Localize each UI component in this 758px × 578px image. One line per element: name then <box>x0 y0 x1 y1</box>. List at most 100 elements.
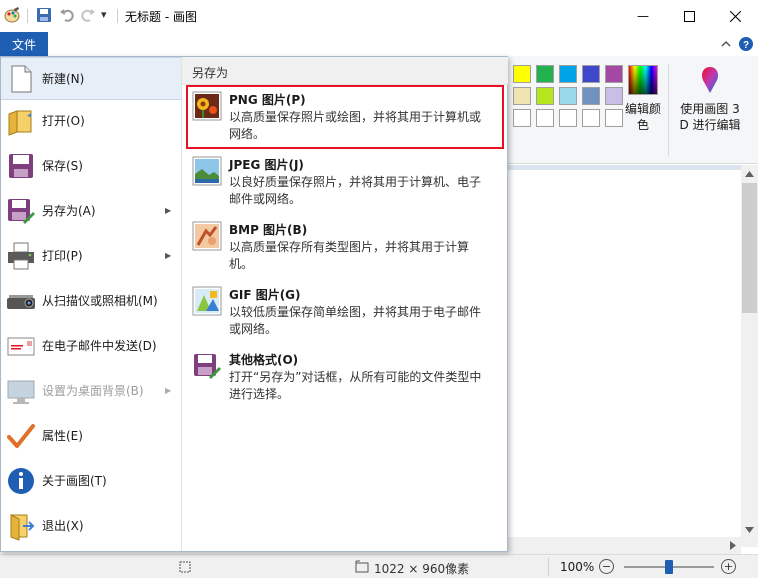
file-menu: 新建(N) 打开(O) 保存(S) 另存为(A) ▶ 打印(P) ▶ 从扫描仪或… <box>0 56 508 552</box>
window-title: 无标题 - 画图 <box>125 10 197 24</box>
edit-colors-button[interactable]: 编辑颜色 <box>624 101 662 133</box>
save-as-icon <box>8 198 35 224</box>
title-separator <box>117 9 118 23</box>
menu-item-exit[interactable]: 退出(X) <box>1 503 181 548</box>
svg-text:?: ? <box>743 40 749 51</box>
menu-item-open[interactable]: 打开(O) <box>1 98 181 143</box>
menu-item-save[interactable]: 保存(S) <box>1 143 181 188</box>
exit-icon <box>10 513 35 541</box>
scroll-up-icon[interactable] <box>745 171 754 177</box>
open-folder-icon <box>8 109 32 136</box>
menu-item-label: 从扫描仪或照相机(M) <box>42 294 158 308</box>
save-as-description: 以高质量保存照片或绘图，并将其用于计算机或网络。 <box>229 110 482 141</box>
save-as-bmp[interactable]: BMP 图片(B) 以高质量保存所有类型图片，并将其用于计算机。 <box>186 215 504 279</box>
drawing-canvas[interactable] <box>508 170 741 537</box>
edit-with-paint3d-button[interactable]: 使用画图 3 D 进行编辑 <box>675 101 745 133</box>
scroll-down-icon[interactable] <box>745 527 754 533</box>
color-swatch[interactable] <box>513 87 531 105</box>
menu-item-about-paint[interactable]: 关于画图(T) <box>1 458 181 503</box>
color-swatch[interactable] <box>536 87 554 105</box>
jpeg-image-icon <box>192 156 222 186</box>
save-as-other-formats[interactable]: 其他格式(O) 打开“另存为”对话框，从所有可能的文件类型中进行选择。 <box>186 345 504 409</box>
color-swatch[interactable] <box>605 109 623 127</box>
save-icon[interactable] <box>36 7 52 23</box>
save-as-submenu: 另存为 PNG 图片(P) 以高质量保存照片或绘图，并将其用于计算机或网络。 J… <box>181 57 508 551</box>
menu-item-label: 设置为桌面背景(B) <box>42 384 144 398</box>
color-swatch[interactable] <box>559 109 577 127</box>
color-swatch[interactable] <box>513 109 531 127</box>
quick-access-dropdown-icon[interactable]: ▾ <box>101 8 107 21</box>
help-icon[interactable]: ? <box>739 37 753 51</box>
color-swatch[interactable] <box>513 65 531 83</box>
color-swatch[interactable] <box>559 87 577 105</box>
png-image-icon <box>192 91 222 121</box>
email-icon <box>7 337 35 355</box>
undo-icon[interactable] <box>59 7 75 23</box>
minimize-icon: — <box>637 9 649 23</box>
scanner-icon <box>7 294 35 309</box>
other-formats-icon <box>194 354 221 379</box>
zoom-level: 100% <box>560 560 595 574</box>
save-as-title: JPEG 图片(J) <box>229 158 304 172</box>
maximize-button[interactable] <box>666 0 712 32</box>
menu-item-email[interactable]: 在电子邮件中发送(D) <box>1 323 181 368</box>
file-tab[interactable]: 文件 <box>0 32 48 56</box>
submenu-arrow-icon: ▶ <box>165 251 172 260</box>
color-swatch[interactable] <box>559 65 577 83</box>
vertical-scroll-thumb[interactable] <box>742 183 757 313</box>
bmp-image-icon <box>192 221 222 251</box>
color-swatch[interactable] <box>605 87 623 105</box>
zoom-in-button[interactable]: + <box>721 559 736 574</box>
scroll-right-icon[interactable] <box>730 541 736 550</box>
menu-item-properties[interactable]: 属性(E) <box>1 413 181 458</box>
save-as-description: 以较低质量保存简单绘图，并将其用于电子邮件或网络。 <box>229 305 482 336</box>
menu-item-label: 在电子邮件中发送(D) <box>42 339 157 353</box>
image-size-icon <box>355 560 369 573</box>
color-swatch[interactable] <box>536 109 554 127</box>
selection-size-icon <box>179 561 191 573</box>
menu-item-save-as[interactable]: 另存为(A) ▶ <box>1 188 181 233</box>
menu-item-new[interactable]: 新建(N) <box>1 57 181 100</box>
color-swatch[interactable] <box>605 65 623 83</box>
printer-icon <box>8 242 34 269</box>
submenu-arrow-icon: ▶ <box>165 386 172 395</box>
save-as-description: 以良好质量保存照片，并将其用于计算机、电子邮件或网络。 <box>229 175 482 206</box>
save-as-description: 以高质量保存所有类型图片，并将其用于计算机。 <box>229 240 470 271</box>
zoom-out-button[interactable]: − <box>599 559 614 574</box>
file-menu-commands: 新建(N) 打开(O) 保存(S) 另存为(A) ▶ 打印(P) ▶ 从扫描仪或… <box>1 57 181 551</box>
menu-item-set-desktop-background: 设置为桌面背景(B) ▶ <box>1 368 181 413</box>
maximize-icon <box>683 10 695 22</box>
redo-icon[interactable] <box>80 7 96 23</box>
save-as-header: 另存为 <box>182 57 508 85</box>
status-divider <box>548 558 549 576</box>
close-button[interactable] <box>712 0 758 32</box>
title-separator <box>27 9 28 23</box>
save-disk-icon <box>9 153 33 178</box>
zoom-in-icon: + <box>723 560 734 573</box>
color-swatch[interactable] <box>536 65 554 83</box>
save-as-gif[interactable]: GIF 图片(G) 以较低质量保存简单绘图，并将其用于电子邮件或网络。 <box>186 280 504 344</box>
color-swatch[interactable] <box>582 87 600 105</box>
menu-item-label: 另存为(A) <box>42 204 96 218</box>
close-icon <box>729 10 741 22</box>
collapse-ribbon-icon[interactable] <box>719 37 733 51</box>
menu-item-label: 新建(N) <box>42 72 85 86</box>
paint-app-icon[interactable] <box>4 7 20 23</box>
save-as-title: BMP 图片(B) <box>229 223 308 237</box>
menu-item-print[interactable]: 打印(P) ▶ <box>1 233 181 278</box>
menu-item-label: 保存(S) <box>42 159 83 173</box>
edit-colors-icon <box>628 65 658 95</box>
vertical-scrollbar[interactable] <box>741 165 758 547</box>
save-as-png[interactable]: PNG 图片(P) 以高质量保存照片或绘图，并将其用于计算机或网络。 <box>186 85 504 149</box>
paint3d-icon <box>702 67 718 93</box>
color-swatch[interactable] <box>582 109 600 127</box>
zoom-slider-thumb[interactable] <box>665 560 673 574</box>
info-icon <box>8 467 34 494</box>
image-dimensions: 1022 × 960像素 <box>374 562 470 576</box>
color-swatch[interactable] <box>582 65 600 83</box>
save-as-title: GIF 图片(G) <box>229 288 301 302</box>
save-as-jpeg[interactable]: JPEG 图片(J) 以良好质量保存照片，并将其用于计算机、电子邮件或网络。 <box>186 150 504 214</box>
menu-item-scanner[interactable]: 从扫描仪或照相机(M) <box>1 278 181 323</box>
menu-item-label: 属性(E) <box>42 429 83 443</box>
minimize-button[interactable]: — <box>620 0 666 32</box>
